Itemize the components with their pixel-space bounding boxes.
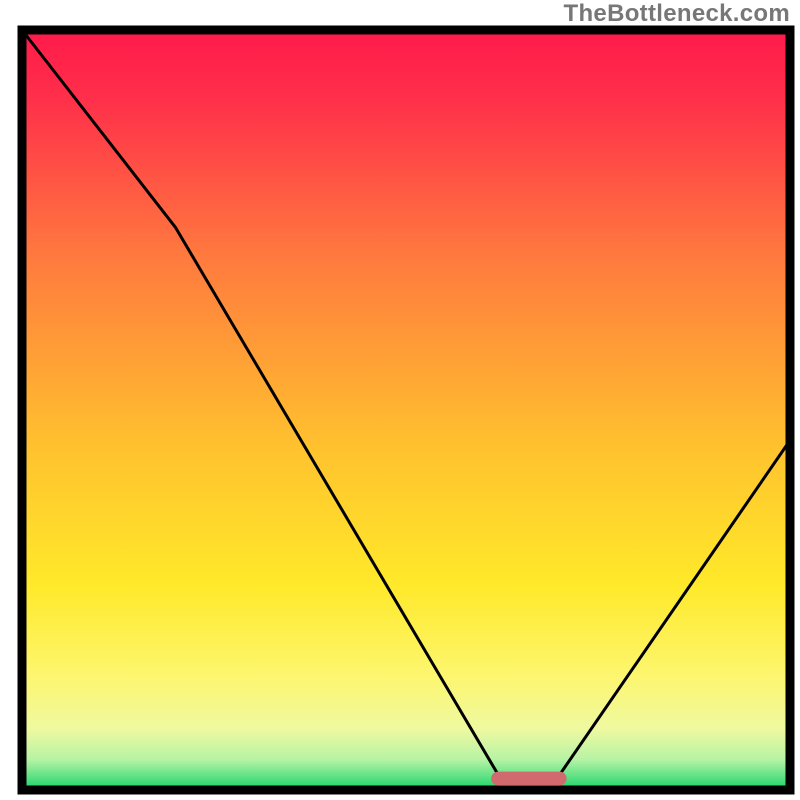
gradient-background bbox=[22, 30, 790, 790]
plot-area bbox=[22, 30, 790, 790]
bottleneck-chart bbox=[0, 0, 800, 800]
chart-stage: TheBottleneck.com bbox=[0, 0, 800, 800]
watermark-text: TheBottleneck.com bbox=[564, 0, 790, 28]
